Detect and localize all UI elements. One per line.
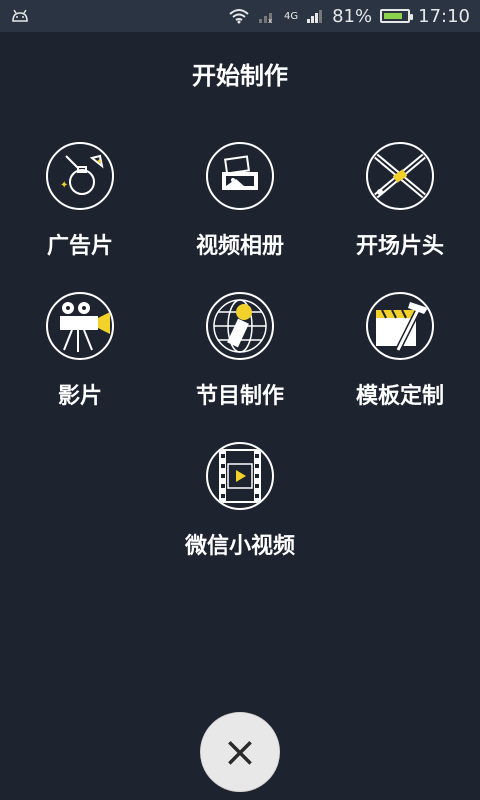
menu-item-label: 视频相册 (195, 234, 284, 259)
signal-weak-icon: x (258, 8, 276, 24)
menu-item-program[interactable]: 节目制作 (160, 292, 320, 410)
menu-item-label: 广告片 (46, 234, 113, 259)
page-title: 开始制作 (192, 62, 288, 90)
menu-item-opening-title[interactable]: 开场片头 (320, 142, 480, 260)
menu-item-film[interactable]: 影片 (0, 292, 160, 410)
android-icon (10, 9, 30, 23)
battery-percent: 81% (332, 5, 373, 27)
network-type: 4G (283, 10, 299, 22)
status-bar: x 4G 81% 17:10 (0, 0, 480, 32)
menu-item-video-album[interactable]: 视频相册 (160, 142, 320, 260)
status-right: x 4G 81% 17:10 (228, 6, 470, 27)
menu-item-label: 节目制作 (195, 384, 284, 409)
close-button[interactable]: × (200, 712, 280, 792)
menu-item-label: 模板定制 (355, 384, 444, 409)
svg-text:x: x (268, 17, 272, 24)
menu-item-label: 开场片头 (355, 234, 444, 259)
clapper-hammer-icon (366, 292, 434, 360)
perfume-icon: ✦ ✦ (46, 142, 114, 210)
svg-text:✦: ✦ (60, 180, 68, 191)
filmstrip-play-icon (206, 442, 274, 510)
svg-text:✦: ✦ (96, 157, 103, 166)
photo-album-icon (206, 142, 274, 210)
menu-item-label: 微信小视频 (184, 534, 295, 559)
close-icon: × (222, 727, 258, 776)
menu-item-ad[interactable]: ✦ ✦ 广告片 (0, 142, 160, 260)
wifi-icon (228, 8, 250, 24)
crossed-tape-icon (366, 142, 434, 210)
menu-item-wechat-video[interactable]: 微信小视频 (160, 442, 320, 560)
microphone-globe-icon (206, 292, 274, 360)
signal-strong-icon (306, 8, 324, 24)
menu-item-template[interactable]: 模板定制 (320, 292, 480, 410)
clock: 17:10 (418, 5, 470, 27)
film-projector-icon (46, 292, 114, 360)
battery-icon (380, 9, 414, 23)
menu-item-label: 影片 (57, 384, 102, 409)
status-left (10, 9, 30, 23)
